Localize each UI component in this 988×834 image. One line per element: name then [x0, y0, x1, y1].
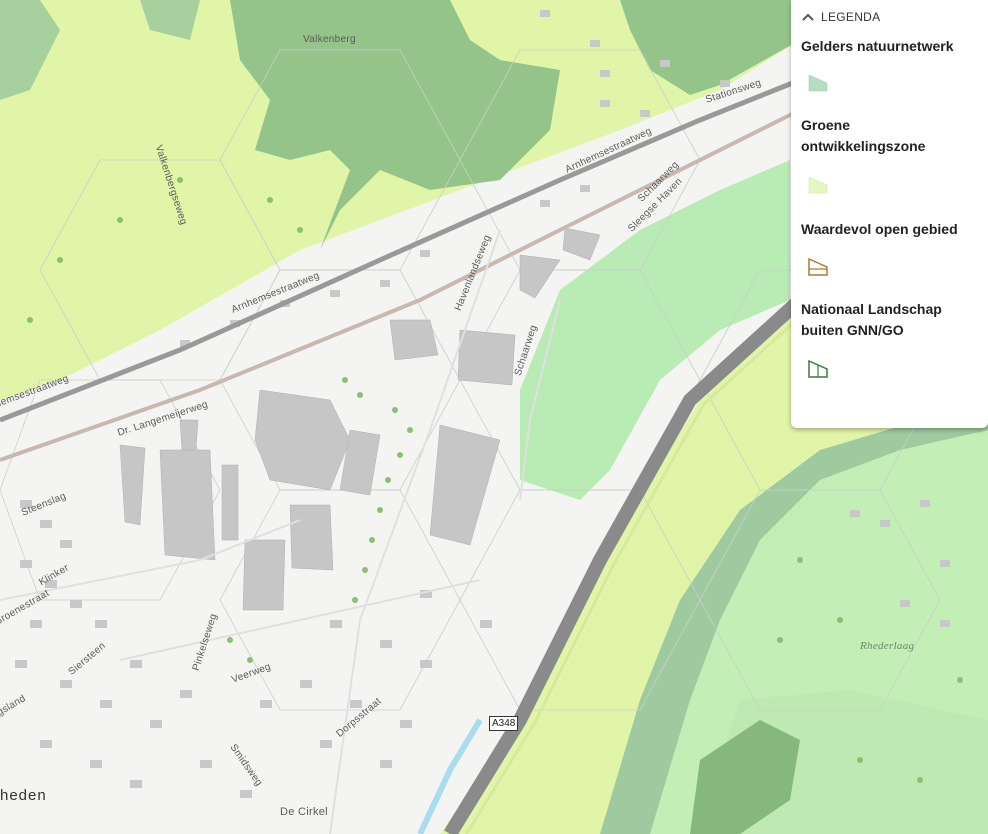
- legend-title: LEGENDA: [821, 10, 881, 24]
- chevron-up-icon: [802, 13, 814, 21]
- dark-green-swatch-icon: [808, 74, 828, 92]
- label-valkenberg: Valkenberg: [303, 34, 356, 45]
- open-area-hatch-icon: [808, 257, 828, 276]
- legend-toggle[interactable]: LEGENDA: [791, 0, 988, 26]
- legend-item-natuurnetwerk: Gelders natuurnetwerk: [791, 36, 988, 93]
- legend-panel: LEGENDA Gelders natuurnetwerk Groene ont…: [791, 0, 988, 428]
- legend-item-ontwikkelingszone: Groene ontwikkelingszone: [791, 115, 988, 195]
- label-de-cirkel: De Cirkel: [280, 806, 328, 818]
- label-town: heden: [0, 787, 47, 804]
- legend-item-nationaal-landschap: Nationaal Landschap buiten GNN/GO: [791, 299, 988, 379]
- landscape-hatch-icon: [808, 359, 828, 378]
- legend-item-label: Nationaal Landschap buiten GNN/GO: [801, 301, 942, 338]
- road-shield-a348: A348: [489, 716, 519, 731]
- legend-item-label: Waardevol open gebied: [801, 221, 958, 237]
- label-rhederlaag: Rhederlaag: [860, 640, 915, 652]
- legend-item-label: Groene ontwikkelingszone: [801, 117, 926, 154]
- legend-item-open-gebied: Waardevol open gebied: [791, 219, 988, 277]
- legend-item-label: Gelders natuurnetwerk: [801, 38, 954, 54]
- light-green-swatch-icon: [808, 176, 828, 194]
